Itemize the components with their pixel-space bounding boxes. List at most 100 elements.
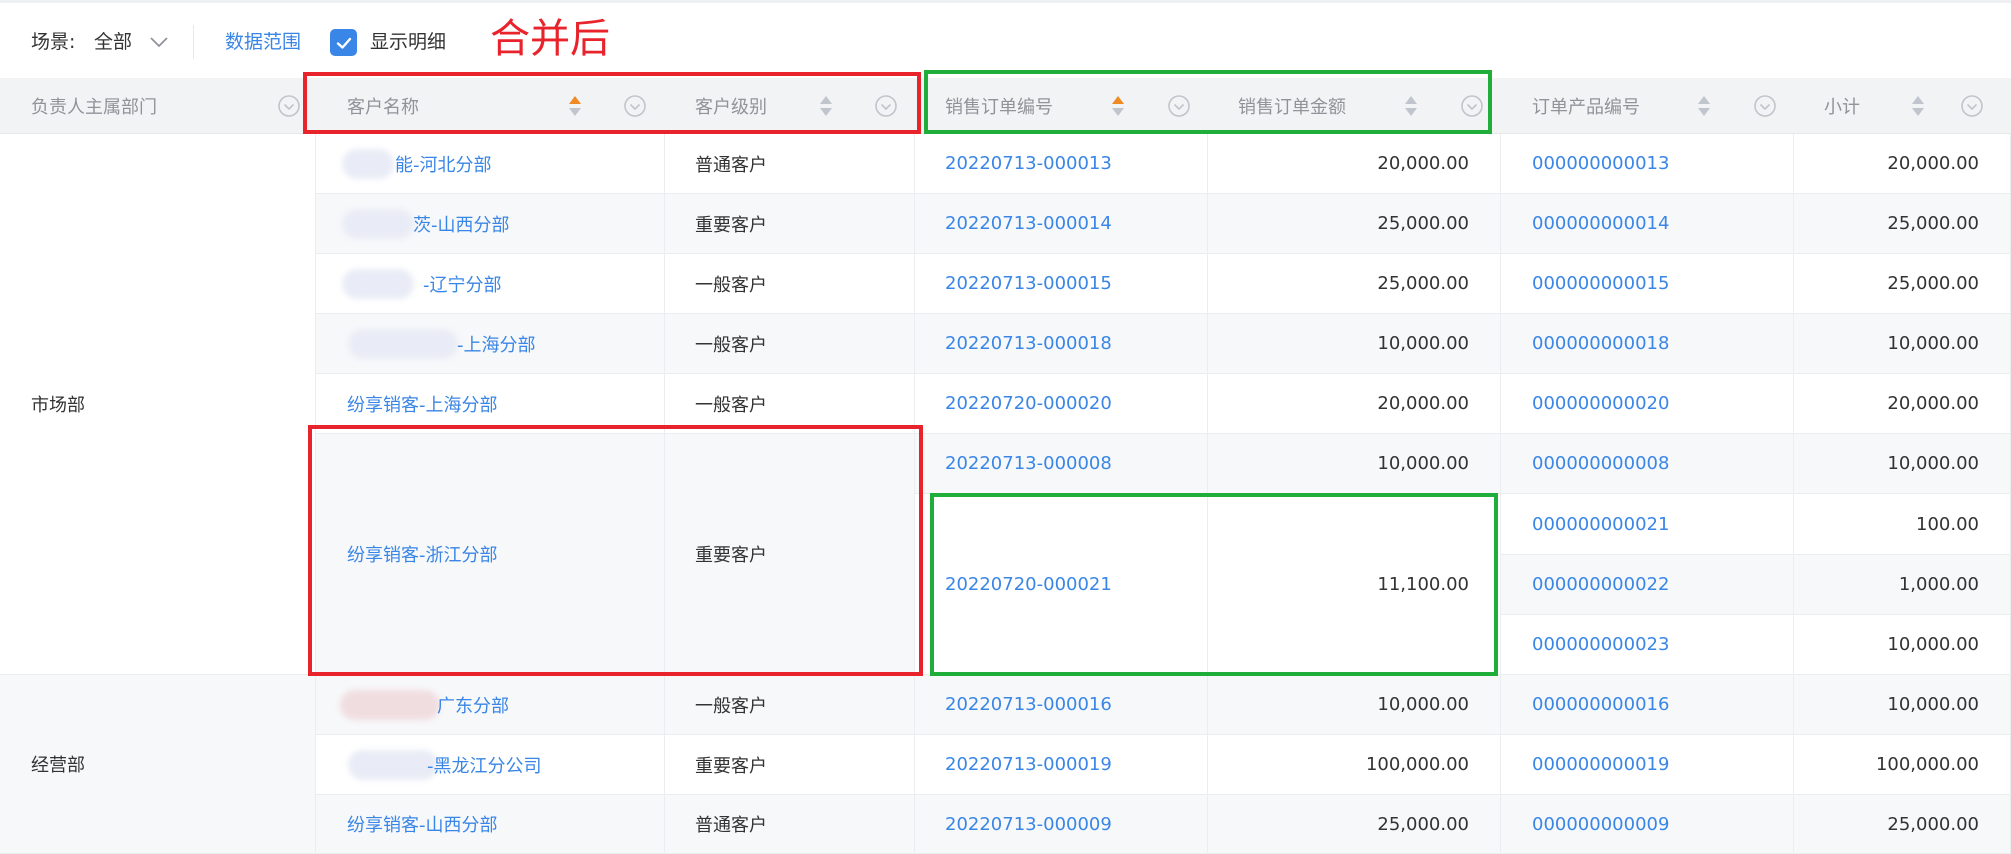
cell-product-no[interactable]: 000000000008 [1501,434,1794,494]
cell-customer[interactable]: -上海分部 [316,314,665,374]
show-detail-label[interactable]: 显示明细 [370,27,446,57]
header-label: 销售订单金额 [1238,96,1346,118]
cell-order-no[interactable]: 20220713-000013 [915,134,1208,194]
cell-product-no[interactable]: 000000000020 [1501,374,1794,434]
cell-order-no[interactable]: 20220713-000016 [915,675,1208,735]
header-label: 订单产品编号 [1532,96,1640,118]
customer-link[interactable]: -黑龙江分公司 [427,752,542,778]
redacted-blur [340,690,440,720]
cell-product-no[interactable]: 000000000018 [1501,314,1794,374]
header-label: 负责人主属部门 [31,96,157,118]
sort-icon[interactable] [1696,94,1712,118]
cell-subtotal: 25,000.00 [1794,795,2011,854]
cell-order-amount: 10,000.00 [1208,675,1501,735]
cell-product-no[interactable]: 000000000023 [1501,615,1794,675]
cell-product-no[interactable]: 000000000015 [1501,254,1794,314]
chevron-down-icon[interactable] [147,27,171,57]
sort-icon[interactable] [1110,94,1126,118]
redacted-blur [348,750,438,780]
header-customer-level[interactable]: 客户级别 [665,78,915,134]
cell-customer[interactable]: 能-河北分部 [316,134,665,194]
header-label: 客户名称 [347,96,419,118]
cell-subtotal: 10,000.00 [1794,314,2011,374]
cell-product-no[interactable]: 000000000022 [1501,555,1794,615]
redacted-blur [342,209,414,239]
header-customer-name[interactable]: 客户名称 [316,78,665,134]
cell-customer[interactable]: 纷享销客-山西分部 [316,795,665,854]
cell-level: 一般客户 [665,254,915,314]
cell-customer[interactable]: -辽宁分部 [316,254,665,314]
cell-subtotal: 25,000.00 [1794,194,2011,254]
cell-level: 重要客户 [665,735,915,795]
show-detail-checkbox[interactable] [330,29,357,56]
filter-dropdown-icon[interactable] [623,94,647,118]
cell-department: 市场部 [0,134,316,675]
filter-dropdown-icon[interactable] [1960,94,1984,118]
filter-dropdown-icon[interactable] [1753,94,1777,118]
sort-icon[interactable] [567,94,583,118]
cell-customer[interactable]: -黑龙江分公司 [316,735,665,795]
scene-label: 场景: [31,31,76,53]
customer-link[interactable]: -上海分部 [457,331,536,357]
sort-icon[interactable] [1403,94,1419,118]
header-subtotal[interactable]: 小计 [1794,78,2011,134]
header-product-no[interactable]: 订单产品编号 [1501,78,1794,134]
filter-dropdown-icon[interactable] [1460,94,1484,118]
cell-order-no[interactable]: 20220713-000018 [915,314,1208,374]
filter-dropdown-icon[interactable] [874,94,898,118]
data-table: 负责人主属部门 客户名称 客户级别 销售订单编号 销售订单金额 订单产品编号 小… [0,78,2011,854]
filter-dropdown-icon[interactable] [1167,94,1191,118]
cell-order-no[interactable]: 20220713-000019 [915,735,1208,795]
cell-order-no[interactable]: 20220713-000008 [915,434,1208,494]
cell-order-no[interactable]: 20220713-000015 [915,254,1208,314]
header-order-amount[interactable]: 销售订单金额 [1208,78,1501,134]
cell-level: 一般客户 [665,314,915,374]
customer-link[interactable]: 茨-山西分部 [413,211,510,237]
cell-subtotal: 10,000.00 [1794,434,2011,494]
cell-order-no-merged[interactable]: 20220720-000021 [915,494,1208,675]
cell-product-no[interactable]: 000000000016 [1501,675,1794,735]
cell-subtotal: 10,000.00 [1794,615,2011,675]
cell-order-no[interactable]: 20220713-000014 [915,194,1208,254]
cell-customer[interactable]: 广东分部 [316,675,665,735]
cell-product-no[interactable]: 000000000021 [1501,494,1794,555]
header-order-no[interactable]: 销售订单编号 [915,78,1208,134]
cell-department: 经营部 [0,675,316,854]
cell-subtotal: 10,000.00 [1794,675,2011,735]
cell-subtotal: 25,000.00 [1794,254,2011,314]
cell-product-no[interactable]: 000000000014 [1501,194,1794,254]
filter-dropdown-icon[interactable] [277,94,301,118]
redacted-blur [342,269,414,299]
cell-order-amount: 25,000.00 [1208,194,1501,254]
cell-product-no[interactable]: 000000000009 [1501,795,1794,854]
cell-product-no[interactable]: 000000000019 [1501,735,1794,795]
cell-order-amount: 10,000.00 [1208,314,1501,374]
cell-subtotal: 100.00 [1794,494,2011,555]
redacted-blur [342,149,394,179]
customer-link[interactable]: -辽宁分部 [423,271,502,297]
cell-order-amount: 25,000.00 [1208,254,1501,314]
cell-order-no[interactable]: 20220713-000009 [915,795,1208,854]
cell-order-amount: 20,000.00 [1208,374,1501,434]
cell-subtotal: 1,000.00 [1794,555,2011,615]
cell-customer[interactable]: 纷享销客-上海分部 [316,374,665,434]
sort-icon[interactable] [818,94,834,118]
cell-customer-merged[interactable]: 纷享销客-浙江分部 [316,434,665,675]
cell-order-amount: 20,000.00 [1208,134,1501,194]
toolbar: 场景: 全部 数据范围 显示明细 合并后 [0,0,2011,78]
cell-level: 普通客户 [665,795,915,854]
header-label: 小计 [1824,96,1860,118]
sort-icon[interactable] [1910,94,1926,118]
scene-select[interactable]: 全部 [94,27,132,57]
cell-order-amount-merged: 11,100.00 [1208,494,1501,675]
data-range-link[interactable]: 数据范围 [225,27,301,57]
redacted-blur [348,329,458,359]
cell-order-no[interactable]: 20220720-000020 [915,374,1208,434]
customer-link[interactable]: 能-河北分部 [395,151,492,177]
header-label: 销售订单编号 [945,96,1053,118]
header-department[interactable]: 负责人主属部门 [0,78,316,134]
cell-product-no[interactable]: 000000000013 [1501,134,1794,194]
cell-level: 一般客户 [665,374,915,434]
cell-customer[interactable]: 茨-山西分部 [316,194,665,254]
customer-link[interactable]: 广东分部 [437,692,509,718]
